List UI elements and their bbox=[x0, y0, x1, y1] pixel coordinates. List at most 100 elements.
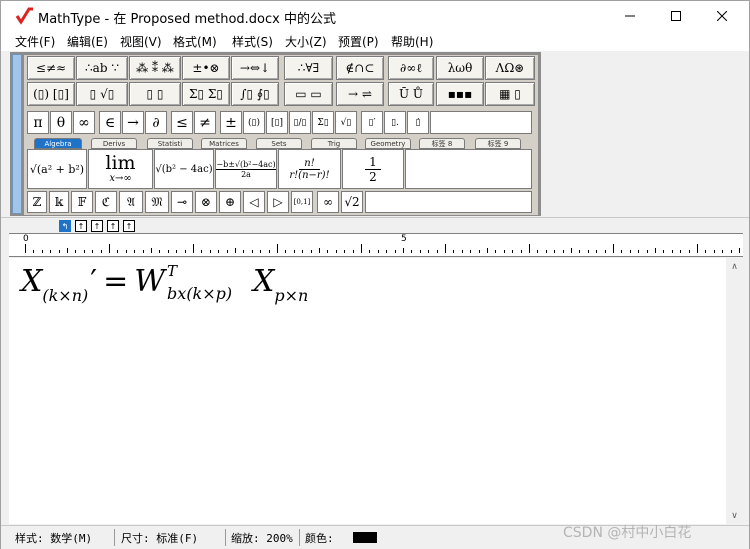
menu-size[interactable]: 大小(Z) bbox=[285, 33, 327, 50]
ruler-tick bbox=[109, 244, 110, 253]
menu-help[interactable]: 帮助(H) bbox=[391, 33, 433, 50]
nudge-icon-2[interactable]: ↑ bbox=[75, 220, 87, 232]
toolbar-grip[interactable] bbox=[12, 54, 22, 214]
tab-trig[interactable]: Trig bbox=[311, 138, 357, 149]
ruler-tick bbox=[403, 248, 404, 253]
template-limit[interactable]: lim x→∞ bbox=[88, 149, 153, 189]
menu-view[interactable]: 视图(V) bbox=[120, 33, 162, 50]
tab-statistics[interactable]: Statisti bbox=[147, 138, 193, 149]
symbol-partial[interactable]: ∂ bbox=[145, 111, 167, 134]
menu-edit[interactable]: 编辑(E) bbox=[67, 33, 108, 50]
template-sqrt-discriminant[interactable]: √(b² − 4ac) bbox=[154, 149, 214, 189]
palette-fractions-radicals[interactable]: ▯ √▯ bbox=[76, 82, 128, 106]
equation-editor[interactable]: X(k×n)′ = W Tbx(k×p) Xp×n bbox=[9, 258, 726, 524]
palette-summations[interactable]: Σ▯ Σ▯ bbox=[182, 82, 230, 106]
symbol-element-of[interactable]: ∈ bbox=[99, 111, 121, 134]
symbol-infinity-2[interactable]: ∞ bbox=[317, 191, 339, 213]
palette-relational[interactable]: ≤≠≈ bbox=[27, 56, 75, 80]
template-dot[interactable]: ▯̇ bbox=[407, 111, 429, 134]
template-quadratic-formula[interactable]: −b±√(b²−4ac) 2a bbox=[215, 149, 277, 189]
nudge-icon-4[interactable]: ↑ bbox=[107, 220, 119, 232]
palette-arrows[interactable]: →⇔↓ bbox=[231, 56, 279, 80]
symbol-integers[interactable]: ℤ bbox=[27, 191, 47, 213]
tab-geometry[interactable]: Geometry bbox=[365, 138, 411, 149]
symbol-field-k[interactable]: 𝕜 bbox=[49, 191, 69, 213]
symbol-left-triangle[interactable]: ◁ bbox=[243, 191, 265, 213]
template-combination[interactable]: n! r!(n−r)! bbox=[278, 149, 341, 189]
palette-spaces[interactable]: ∴ab ∵ bbox=[76, 56, 128, 80]
scroll-down-icon[interactable]: ∨ bbox=[726, 507, 743, 524]
symbol-fraktur-a[interactable]: 𝔄 bbox=[119, 191, 143, 213]
symbol-otimes[interactable]: ⊗ bbox=[195, 191, 217, 213]
menu-preferences[interactable]: 预置(P) bbox=[338, 33, 379, 50]
template-brackets[interactable]: [▯] bbox=[266, 111, 288, 134]
symbol-infinity[interactable]: ∞ bbox=[73, 111, 95, 134]
palette-subscripts[interactable]: ▯ ▯ bbox=[129, 82, 181, 106]
template-prime[interactable]: ▯′ bbox=[361, 111, 383, 134]
template-empty-slot[interactable] bbox=[405, 149, 532, 189]
palette-matrices[interactable]: ▪▪▪ bbox=[436, 82, 484, 106]
template-parentheses[interactable]: (▯) bbox=[243, 111, 265, 134]
palette-set-theory[interactable]: ∉∩⊂ bbox=[336, 56, 384, 80]
nudge-icon-1[interactable]: ↰ bbox=[59, 220, 71, 232]
tab-label-8[interactable]: 标签 8 bbox=[419, 138, 465, 149]
template-subscript[interactable]: ▯. bbox=[384, 111, 406, 134]
symbol-theta[interactable]: θ bbox=[50, 111, 72, 134]
palette-embellishments[interactable]: ⁂ ⁑ ⁂ bbox=[129, 56, 181, 80]
ruler-tick bbox=[680, 250, 682, 253]
palette-misc[interactable]: ∂∞ℓ bbox=[388, 56, 434, 80]
palette-labeled-arrows[interactable]: → ⇌ bbox=[336, 82, 384, 106]
palette-boxes[interactable]: ▦ ▯ bbox=[485, 82, 535, 106]
palette-products[interactable]: Ū Ů bbox=[388, 82, 434, 106]
symbol-user-slot[interactable] bbox=[430, 111, 532, 134]
minimize-button[interactable] bbox=[607, 1, 653, 31]
menu-style[interactable]: 样式(S) bbox=[232, 33, 273, 50]
title-bar[interactable]: MathType - 在 Proposed method.docx 中的公式 bbox=[1, 1, 749, 31]
color-swatch[interactable] bbox=[353, 532, 377, 543]
symbol-less-equal[interactable]: ≤ bbox=[171, 111, 193, 134]
symbol-field-f[interactable]: 𝔽 bbox=[71, 191, 93, 213]
bottom-empty-slot[interactable] bbox=[365, 191, 532, 213]
symbol-pi[interactable]: π bbox=[27, 111, 49, 134]
symbol-sqrt-two[interactable]: √2 bbox=[341, 191, 363, 213]
nudge-icon-5[interactable]: ↑ bbox=[123, 220, 135, 232]
close-button[interactable] bbox=[699, 1, 745, 31]
palette-bars[interactable]: ▭ ▭ bbox=[284, 82, 333, 106]
symbol-right-triangle[interactable]: ▷ bbox=[267, 191, 289, 213]
palette-logical[interactable]: ∴∀∃ bbox=[284, 56, 333, 80]
tab-algebra[interactable]: Algebra bbox=[34, 138, 82, 149]
tab-label-9[interactable]: 标签 9 bbox=[475, 138, 521, 149]
tab-matrices[interactable]: Matrices bbox=[201, 138, 247, 149]
symbol-plus-minus[interactable]: ± bbox=[220, 111, 242, 134]
symbol-oplus[interactable]: ⊕ bbox=[219, 191, 241, 213]
symbol-right-arrow[interactable]: → bbox=[122, 111, 144, 134]
ruler-tick bbox=[50, 250, 52, 253]
tab-sets[interactable]: Sets bbox=[256, 138, 302, 149]
palette-fences[interactable]: (▯) [▯] bbox=[27, 82, 75, 106]
nudge-icon-3[interactable]: ↑ bbox=[91, 220, 103, 232]
template-summation[interactable]: Σ▯ bbox=[312, 111, 334, 134]
template-one-half[interactable]: 1 2 bbox=[342, 149, 404, 189]
menu-format[interactable]: 格式(M) bbox=[173, 33, 217, 50]
symbol-interval[interactable]: [0,1] bbox=[291, 191, 313, 213]
tab-derivs[interactable]: Derivs bbox=[91, 138, 137, 149]
symbol-multimap[interactable]: ⊸ bbox=[171, 191, 193, 213]
palette-greek-upper[interactable]: ΛΩ⊛ bbox=[485, 56, 535, 80]
ruler-tick bbox=[629, 250, 631, 253]
vertical-scrollbar[interactable]: ∧ ∨ bbox=[726, 258, 743, 524]
ruler-tick bbox=[201, 250, 203, 253]
symbol-not-equal[interactable]: ≠ bbox=[194, 111, 216, 134]
menu-file[interactable]: 文件(F) bbox=[15, 33, 55, 50]
palette-operators[interactable]: ±•⊗ bbox=[182, 56, 230, 80]
symbol-fraktur-c[interactable]: ℭ bbox=[95, 191, 117, 213]
symbol-fraktur-m[interactable]: 𝔐 bbox=[145, 191, 169, 213]
scroll-up-icon[interactable]: ∧ bbox=[726, 258, 743, 275]
ruler[interactable]: 0 5 bbox=[9, 233, 743, 257]
ruler-tick bbox=[235, 248, 236, 253]
palette-integrals[interactable]: ∫▯ ∮▯ bbox=[231, 82, 279, 106]
template-fraction[interactable]: ▯/▯ bbox=[289, 111, 311, 134]
template-sqrt[interactable]: √▯ bbox=[335, 111, 357, 134]
maximize-button[interactable] bbox=[653, 1, 699, 31]
palette-greek-lower[interactable]: λωθ bbox=[436, 56, 484, 80]
template-sqrt-sum-squares[interactable]: √(a² + b²) bbox=[27, 149, 87, 189]
